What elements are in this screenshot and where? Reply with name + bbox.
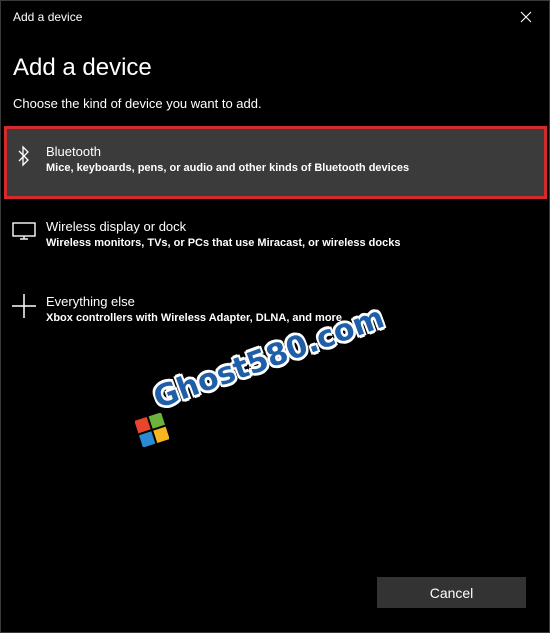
option-name: Everything else [46, 294, 135, 309]
option-name: Bluetooth [46, 144, 101, 159]
option-description: Wireless monitors, TVs, or PCs that use … [46, 237, 401, 249]
watermark: Ghost580.com [131, 300, 389, 461]
add-device-dialog: Add a device Add a device Choose the kin… [0, 0, 550, 633]
page-heading: Add a device [13, 54, 152, 81]
close-button[interactable] [503, 1, 549, 33]
option-description: Xbox controllers with Wireless Adapter, … [46, 312, 342, 324]
option-bluetooth[interactable]: Bluetooth Mice, keyboards, pens, or audi… [4, 126, 547, 199]
title-bar: Add a device [1, 1, 549, 33]
bluetooth-icon [10, 142, 38, 170]
option-name: Wireless display or dock [46, 219, 187, 234]
option-description: Mice, keyboards, pens, or audio and othe… [46, 162, 410, 174]
page-subheading: Choose the kind of device you want to ad… [13, 96, 262, 111]
option-wireless-display[interactable]: Wireless display or dock Wireless monito… [4, 201, 547, 274]
cancel-button[interactable]: Cancel [377, 577, 526, 608]
monitor-icon [10, 217, 38, 245]
window-title: Add a device [13, 10, 83, 24]
close-icon [520, 11, 532, 23]
windows-logo-icon [135, 413, 169, 447]
plus-icon [10, 292, 38, 320]
